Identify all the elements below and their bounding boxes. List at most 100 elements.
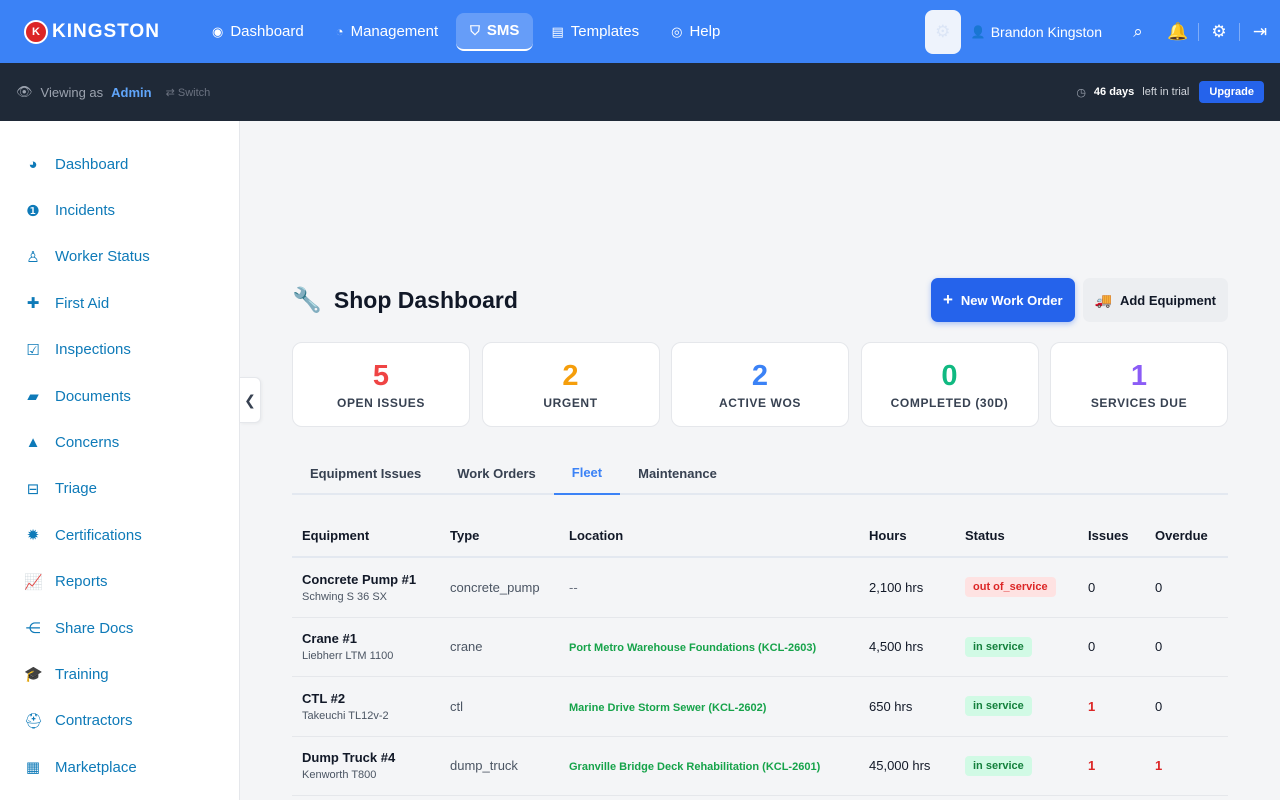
column-header[interactable]: Type bbox=[440, 528, 559, 543]
first-aid-icon: ✚ bbox=[26, 295, 40, 313]
tab-maintenance[interactable]: Maintenance bbox=[620, 452, 735, 495]
sidebar: ◕ Dashboard ❶ Incidents ♙ Worker Status ✚ First… bbox=[0, 121, 240, 800]
equipment-model: Schwing S 36 SX bbox=[302, 590, 387, 603]
folder-open-icon: ▰ bbox=[27, 388, 39, 406]
stat-label: OPEN ISSUES bbox=[337, 395, 425, 410]
upgrade-button[interactable]: Upgrade bbox=[1199, 81, 1264, 103]
tab-equipment-issues[interactable]: Equipment Issues bbox=[292, 452, 439, 495]
table-body: Concrete Pump #1 Schwing S 36 SX concrete_… bbox=[292, 558, 1228, 796]
issues-cell: 1 bbox=[1088, 698, 1096, 714]
table-row[interactable]: Dump Truck #4 Kenworth T800 dump_truck Gran… bbox=[292, 737, 1228, 796]
bell-icon[interactable]: 🔔 bbox=[1158, 22, 1198, 42]
sidebar-item-label: Incidents bbox=[55, 202, 116, 220]
stat-card-open-issues[interactable]: 5 OPEN ISSUES bbox=[292, 342, 470, 427]
sidebar-item-first-aid[interactable]: ✚ First Aid bbox=[0, 280, 239, 326]
equipment-cell: Crane #1 Liebherr LTM 1100 bbox=[292, 631, 440, 662]
settings-tile-button[interactable]: ⚙ bbox=[924, 9, 961, 54]
sidebar-item-certifications[interactable]: ✹ Certifications bbox=[0, 512, 239, 558]
sidebar-item-incidents[interactable]: ❶ Incidents bbox=[0, 187, 239, 233]
location-link[interactable]: Granville Bridge Deck Rehabilitation (KC… bbox=[569, 761, 820, 773]
table-row[interactable]: CTL #2 Takeuchi TL12v-2 ctl Marine Drive St… bbox=[292, 677, 1228, 737]
status-cell: out of_service bbox=[955, 577, 1078, 598]
inbox-icon: ⊟ bbox=[26, 480, 40, 498]
nav-sms[interactable]: ⛉ SMS bbox=[456, 12, 534, 51]
table-row[interactable]: Crane #1 Liebherr LTM 1100 crane Port Metro… bbox=[292, 618, 1228, 677]
chevron-left-icon: ❮ bbox=[244, 391, 256, 408]
line-chart-icon: 📈 bbox=[24, 573, 43, 591]
location-link[interactable]: Port Metro Warehouse Foundations (KCL-26… bbox=[569, 642, 816, 654]
sidebar-item-dashboard[interactable]: ◕ Dashboard bbox=[0, 141, 239, 187]
sidebar-item-share-docs[interactable]: ⋲ Share Docs bbox=[0, 605, 239, 651]
gear-icon: ⚙ bbox=[935, 21, 951, 41]
gauge-icon: ◕ bbox=[28, 155, 38, 173]
gear-icon[interactable]: ⚙ bbox=[1199, 22, 1239, 42]
stat-card-urgent[interactable]: 2 URGENT bbox=[481, 342, 660, 427]
sidebar-item-label: Training bbox=[55, 665, 109, 683]
tab-fleet[interactable]: Fleet bbox=[553, 452, 621, 495]
store-icon: ▦ bbox=[25, 759, 41, 777]
search-icon[interactable]: ⌕ bbox=[1118, 22, 1158, 42]
table-header: Equipment Type Location Hours Status Issues Ov… bbox=[292, 515, 1228, 558]
add-equipment-button[interactable]: 🚚 Add Equipment bbox=[1082, 278, 1228, 322]
logout-icon[interactable]: ⇥ bbox=[1240, 22, 1280, 42]
equipment-name[interactable]: Concrete Pump #1 bbox=[302, 572, 440, 587]
column-header[interactable]: Issues bbox=[1078, 528, 1145, 543]
column-header[interactable]: Location bbox=[559, 528, 859, 543]
location-link[interactable]: Marine Drive Storm Sewer (KCL-2602) bbox=[569, 702, 766, 714]
pie-chart-icon: ◔ bbox=[335, 24, 344, 39]
sidebar-item-training[interactable]: 🎓 Training bbox=[0, 651, 239, 697]
type-cell: concrete_pump bbox=[450, 579, 540, 595]
issues-cell: 0 bbox=[1088, 639, 1096, 655]
status-badge: in service bbox=[965, 696, 1032, 717]
overdue-cell: 0 bbox=[1155, 579, 1163, 595]
clipboard-check-icon: ☑ bbox=[26, 341, 40, 359]
equipment-name[interactable]: CTL #2 bbox=[302, 691, 440, 706]
stat-value: 0 bbox=[941, 359, 958, 392]
brand[interactable]: K KINGSTON bbox=[24, 19, 188, 44]
column-header[interactable]: Overdue bbox=[1145, 528, 1228, 543]
sidebar-item-reports[interactable]: 📈 Reports bbox=[0, 559, 239, 605]
sidebar-item-documents[interactable]: ▰ Documents bbox=[0, 373, 239, 419]
graduation-cap-icon: 🎓 bbox=[24, 666, 43, 684]
wrench-icon: 🔧 bbox=[292, 286, 322, 314]
column-header[interactable]: Hours bbox=[859, 528, 955, 543]
equipment-name[interactable]: Crane #1 bbox=[302, 631, 440, 646]
stat-card-active-wos[interactable]: 2 ACTIVE WOS bbox=[671, 342, 849, 427]
top-navbar: K KINGSTON ◉ Dashboard ◔ Management ⛉ SMS ▤ Tem… bbox=[0, 0, 1280, 63]
sidebar-item-inspections[interactable]: ☑ Inspections bbox=[0, 327, 239, 373]
switch-role-link[interactable]: ⇄ Switch bbox=[166, 86, 211, 99]
stat-card-completed-30d[interactable]: 0 COMPLETED (30D) bbox=[860, 342, 1039, 427]
trial-days: 46 days bbox=[1093, 86, 1135, 98]
sidebar-item-worker-status[interactable]: ♙ Worker Status bbox=[0, 234, 239, 280]
equipment-model: Kenworth T800 bbox=[302, 769, 377, 782]
nav-help[interactable]: ◎ Help bbox=[657, 13, 734, 51]
nav-templates[interactable]: ▤ Templates bbox=[537, 13, 653, 51]
new-work-order-button[interactable]: + New Work Order bbox=[930, 278, 1075, 322]
stat-label: SERVICES DUE bbox=[1090, 395, 1188, 410]
sidebar-item-concerns[interactable]: ▲ Concerns bbox=[0, 419, 239, 465]
overdue-cell: 0 bbox=[1155, 698, 1163, 714]
nav-management[interactable]: ◔ Management bbox=[322, 13, 452, 51]
sidebar-item-label: Documents bbox=[55, 387, 131, 405]
type-cell: ctl bbox=[450, 698, 463, 714]
collapse-sidebar-button[interactable]: ❮ bbox=[240, 377, 261, 423]
equipment-model: Takeuchi TL12v-2 bbox=[302, 709, 389, 722]
trial-info: ◷ 46 days left in trial Upgrade bbox=[1076, 81, 1264, 103]
nav-dashboard[interactable]: ◉ Dashboard bbox=[198, 13, 318, 51]
viewing-as: 👁 Viewing as Admin ⇄ Switch bbox=[16, 84, 210, 100]
hours-cell: 45,000 hrs bbox=[869, 758, 931, 774]
issues-cell: 1 bbox=[1088, 758, 1096, 774]
sidebar-item-contractors[interactable]: ⛑ Contractors bbox=[0, 698, 239, 744]
column-header[interactable]: Equipment bbox=[292, 528, 440, 543]
table-row[interactable]: Concrete Pump #1 Schwing S 36 SX concrete_… bbox=[292, 558, 1228, 618]
page-actions: + New Work Order 🚚 Add Equipment bbox=[930, 278, 1228, 322]
equipment-name[interactable]: Dump Truck #4 bbox=[302, 750, 440, 765]
sidebar-item-marketplace[interactable]: ▦ Marketplace bbox=[0, 744, 239, 790]
stat-card-services-due[interactable]: 1 SERVICES DUE bbox=[1050, 342, 1228, 427]
sidebar-item-label: Dashboard bbox=[55, 155, 129, 173]
plus-icon: + bbox=[942, 290, 953, 309]
sidebar-item-triage[interactable]: ⊟ Triage bbox=[0, 466, 239, 512]
tab-work-orders[interactable]: Work Orders bbox=[439, 452, 554, 495]
user-menu[interactable]: 👤 Brandon Kingston bbox=[971, 24, 1102, 40]
column-header[interactable]: Status bbox=[955, 528, 1078, 543]
